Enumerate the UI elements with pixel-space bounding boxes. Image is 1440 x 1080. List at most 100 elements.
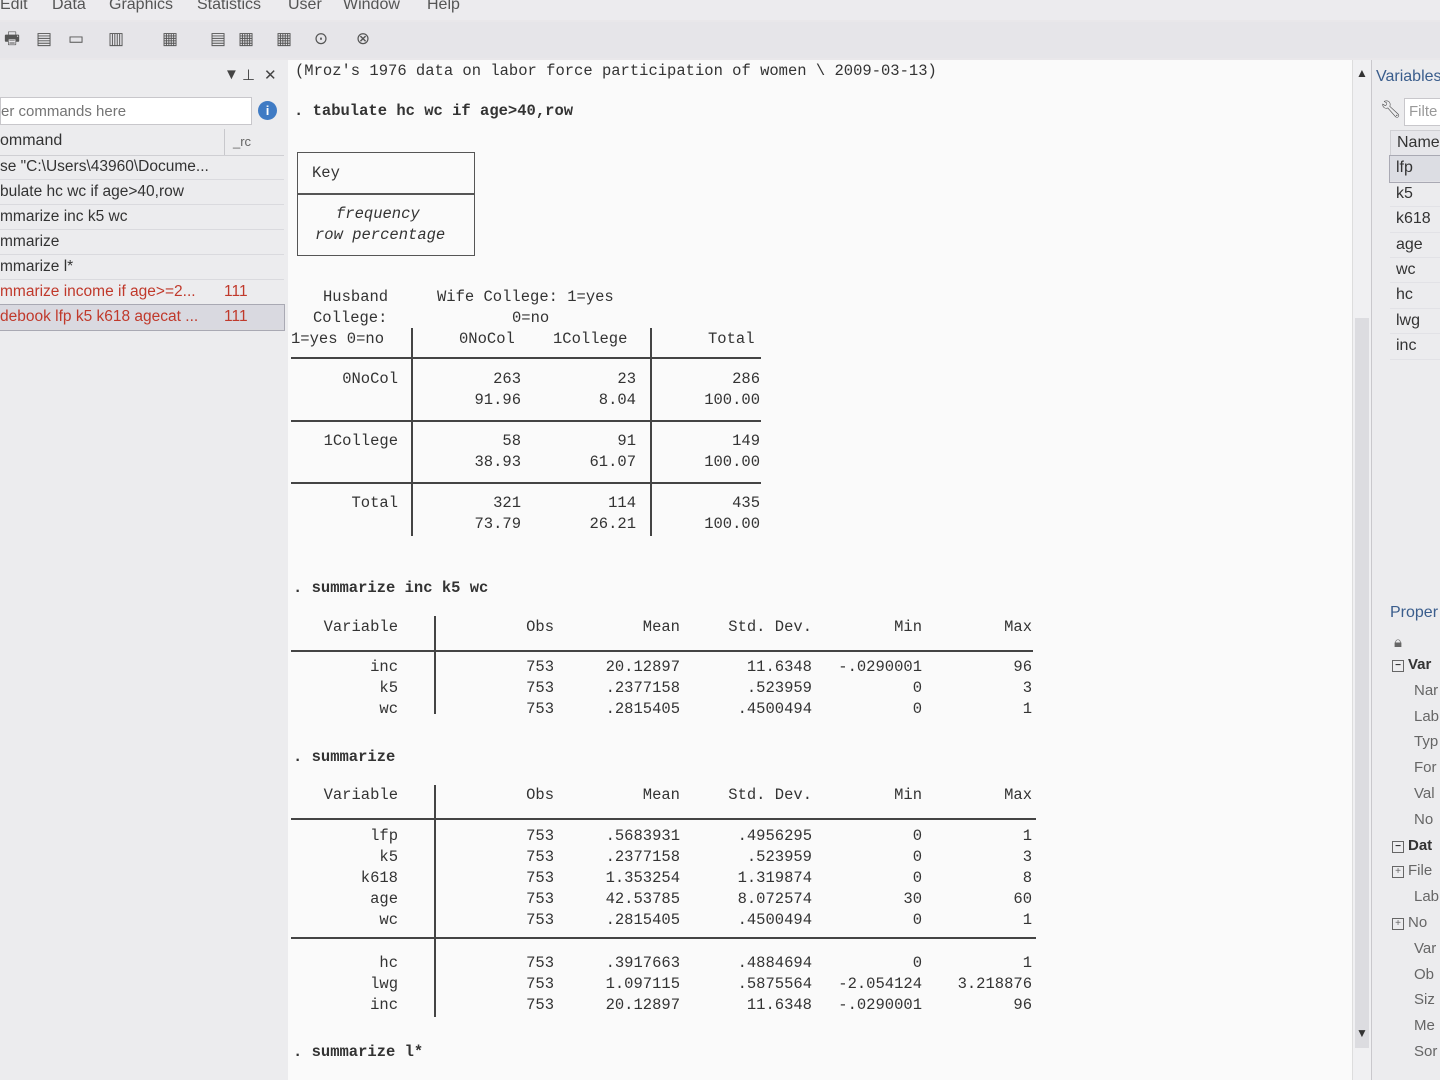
tab-row-label: 1College bbox=[323, 432, 398, 450]
menu-user[interactable]: User bbox=[288, 0, 322, 14]
variable-item-age[interactable]: age bbox=[1390, 233, 1440, 258]
tab-frequency-cell: 58 bbox=[502, 432, 521, 450]
variable-item-hc[interactable]: hc bbox=[1390, 283, 1440, 309]
key-frequency: frequency bbox=[336, 205, 420, 223]
summary-header-variable: Variable bbox=[323, 786, 398, 804]
data-editor-icon[interactable]: ▤ bbox=[208, 29, 228, 49]
variable-item-inc[interactable]: inc bbox=[1390, 334, 1440, 360]
lock-icon[interactable]: 🔒︎ bbox=[1394, 634, 1402, 651]
summary-cell: .2377158 bbox=[605, 848, 680, 866]
sum1-hline bbox=[291, 650, 1033, 652]
property-item[interactable]: + File bbox=[1392, 862, 1432, 879]
expand-icon[interactable]: + bbox=[1392, 918, 1404, 930]
command-column-header[interactable]: ommand bbox=[0, 132, 62, 150]
command-summarize-2: . summarize bbox=[293, 748, 396, 766]
break-icon[interactable]: ⊗ bbox=[353, 29, 373, 49]
tab-frequency-cell: 321 bbox=[493, 494, 521, 512]
property-item[interactable]: Sor bbox=[1414, 1043, 1437, 1060]
pin-icon[interactable]: ⊥ bbox=[242, 66, 255, 84]
history-rc: 111 bbox=[224, 308, 248, 325]
history-item[interactable]: bulate hc wc if age>40,row bbox=[0, 180, 284, 205]
property-item[interactable]: − Dat bbox=[1392, 837, 1432, 854]
menu-window[interactable]: Window bbox=[343, 0, 400, 14]
property-item[interactable]: Lab bbox=[1414, 708, 1439, 725]
log-icon[interactable]: ▤ bbox=[34, 29, 54, 49]
property-item[interactable]: + No bbox=[1392, 914, 1427, 931]
graph-icon[interactable]: ▥ bbox=[106, 29, 126, 49]
summary-cell: 753 bbox=[526, 954, 554, 972]
variable-item-wc[interactable]: wc bbox=[1390, 258, 1440, 284]
scroll-up-icon[interactable]: ▲ bbox=[1356, 66, 1368, 80]
col-header-nocol: 0NoCol bbox=[459, 330, 515, 348]
property-item[interactable]: Me bbox=[1414, 1017, 1435, 1034]
property-item[interactable]: Nar bbox=[1414, 682, 1438, 699]
property-item[interactable]: Ob bbox=[1414, 966, 1434, 983]
menu-data[interactable]: Data bbox=[52, 0, 86, 14]
variables-name-header[interactable]: Name bbox=[1390, 130, 1440, 157]
summary-header-max: Max bbox=[1004, 786, 1032, 804]
summary-cell: .2815405 bbox=[605, 700, 680, 718]
history-item[interactable]: mmarize l* bbox=[0, 255, 284, 280]
property-item[interactable]: No bbox=[1414, 811, 1433, 828]
filter-icon[interactable]: ▼ bbox=[224, 66, 239, 83]
variable-item-k618[interactable]: k618 bbox=[1390, 207, 1440, 233]
history-item[interactable]: debook lfp k5 k618 agecat ... 111 bbox=[0, 304, 285, 331]
variable-item-lfp[interactable]: lfp bbox=[1389, 155, 1440, 183]
tab-percent-cell: 8.04 bbox=[598, 391, 636, 409]
col-var-title-2: 0=no bbox=[512, 309, 550, 327]
summary-variable-name: k5 bbox=[379, 848, 398, 866]
more-icon[interactable]: ⊙ bbox=[311, 29, 331, 49]
summary-cell: 96 bbox=[1013, 996, 1032, 1014]
tab-hline-1 bbox=[291, 420, 761, 422]
summary-cell: 96 bbox=[1013, 658, 1032, 676]
menu-edit[interactable]: Edit bbox=[0, 0, 28, 14]
property-item[interactable]: Lab bbox=[1414, 888, 1439, 905]
menu-graphics[interactable]: Graphics bbox=[109, 0, 173, 14]
history-search[interactable] bbox=[0, 97, 252, 125]
row-var-title-1: Husband bbox=[323, 288, 389, 306]
history-item[interactable]: mmarize income if age>=2... 111 bbox=[0, 280, 284, 305]
results-scrollbar[interactable]: ▲ ▼ bbox=[1352, 60, 1371, 1080]
close-icon[interactable]: ✕ bbox=[264, 66, 277, 84]
expand-icon[interactable]: + bbox=[1392, 866, 1404, 879]
menu-statistics[interactable]: Statistics bbox=[197, 0, 261, 14]
history-item[interactable]: mmarize inc k5 wc bbox=[0, 205, 284, 230]
command-summarize-1: . summarize inc k5 wc bbox=[293, 579, 489, 597]
do-file-icon[interactable]: ▦ bbox=[160, 29, 180, 49]
summary-cell: 1.097115 bbox=[605, 975, 680, 993]
tab-hline-2 bbox=[291, 482, 761, 484]
viewer-icon[interactable]: ▭ bbox=[66, 29, 86, 49]
property-label: Lab bbox=[1414, 888, 1440, 906]
history-item[interactable]: mmarize bbox=[0, 230, 284, 255]
summary-cell: 753 bbox=[526, 975, 554, 993]
variable-item-k5[interactable]: k5 bbox=[1390, 182, 1440, 208]
menu-help[interactable]: Help bbox=[427, 0, 460, 14]
tab-percent-cell: 61.07 bbox=[589, 453, 636, 471]
property-item[interactable]: Val bbox=[1414, 785, 1435, 802]
summary-cell: 42.53785 bbox=[605, 890, 680, 908]
row-var-title-2: College: bbox=[313, 309, 388, 327]
property-item[interactable]: − Var bbox=[1392, 656, 1431, 673]
wrench-icon[interactable]: 🔧︎ bbox=[1380, 100, 1402, 120]
variables-manager-icon[interactable]: ▦ bbox=[274, 29, 294, 49]
col-header-total: Total bbox=[708, 330, 755, 348]
property-item[interactable]: Siz bbox=[1414, 991, 1435, 1008]
summary-header-variable: Variable bbox=[323, 618, 398, 636]
data-browser-icon[interactable]: ▦ bbox=[236, 29, 256, 49]
collapse-icon[interactable]: − bbox=[1392, 840, 1404, 853]
history-item[interactable]: se "C:\Users\43960\Docume... bbox=[0, 155, 284, 180]
scroll-down-icon[interactable]: ▼ bbox=[1356, 1026, 1368, 1040]
print-icon[interactable]: 🖶︎ bbox=[2, 29, 22, 49]
info-icon[interactable]: i bbox=[258, 101, 277, 120]
collapse-icon[interactable]: − bbox=[1392, 660, 1404, 672]
scroll-thumb[interactable] bbox=[1355, 318, 1369, 1048]
property-item[interactable]: Var bbox=[1414, 940, 1436, 957]
rc-column-header[interactable]: _rc bbox=[233, 134, 251, 149]
property-item[interactable]: For bbox=[1414, 759, 1437, 776]
property-item[interactable]: Typ bbox=[1414, 733, 1438, 750]
variables-filter-input[interactable]: Filte bbox=[1404, 98, 1440, 126]
tab-percent-cell: 100.00 bbox=[704, 453, 760, 471]
summary-cell: 1.353254 bbox=[605, 869, 680, 887]
variable-item-lwg[interactable]: lwg bbox=[1390, 309, 1440, 335]
history-search-input[interactable] bbox=[1, 98, 241, 122]
